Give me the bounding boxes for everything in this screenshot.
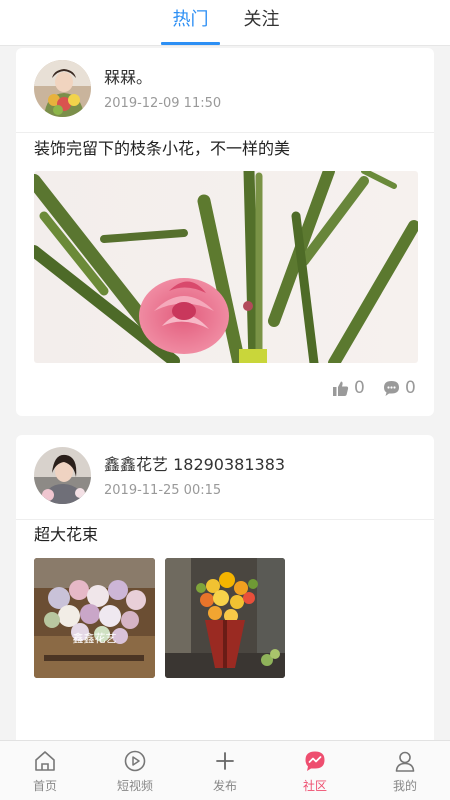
post-card[interactable]: 槑槑。 2019-12-09 11:50 装饰完留下的枝条小花，不一样的美 0 … [16,48,434,416]
nav-label: 短视频 [116,779,153,793]
top-tab-bar: 热门 关注 [0,0,450,46]
thumbs-up-icon [333,381,349,396]
nav-label: 社区 [302,779,327,793]
plus-icon [216,752,234,770]
photo-watermark: 鑫鑫花艺 [72,632,117,645]
post-text: 超大花束 [34,525,99,544]
nav-label: 我的 [392,779,417,793]
post-photo[interactable] [165,558,285,678]
post-photo[interactable] [34,171,418,363]
tab-hot[interactable]: 热门 [161,0,220,46]
nav-short-video[interactable]: 短视频 [90,741,180,800]
avatar[interactable] [34,447,91,504]
post-time: 2019-12-09 11:50 [104,96,222,111]
comment-stat[interactable]: 0 [383,378,416,398]
post-time: 2019-11-25 00:15 [104,483,222,498]
username[interactable]: 槑槑。 [104,64,152,88]
active-tab-indicator [161,42,220,45]
like-count: 0 [354,378,365,398]
nav-label: 首页 [32,779,57,793]
nav-home[interactable]: 首页 [0,741,90,800]
comment-count: 0 [405,378,416,398]
post-card[interactable]: 鑫鑫花艺 18290381383 2019-11-25 00:15 超大花束 鑫… [16,435,434,740]
user-icon [395,751,415,772]
username[interactable]: 鑫鑫花艺 18290381383 [104,451,285,475]
home-icon [35,751,55,771]
nav-label: 发布 [212,779,237,793]
tab-follow[interactable]: 关注 [232,0,291,46]
feed-list[interactable]: 槑槑。 2019-12-09 11:50 装饰完留下的枝条小花，不一样的美 0 … [0,46,450,740]
play-icon [124,750,146,772]
nav-community[interactable]: 社区 [270,741,360,800]
divider [16,519,434,520]
community-icon [305,751,325,771]
like-stat[interactable]: 0 [332,378,365,398]
comment-icon [384,380,399,396]
post-text: 装饰完留下的枝条小花，不一样的美 [34,139,291,158]
bottom-nav: 首页 短视频 发布 社区 我的 [0,740,450,800]
nav-mine[interactable]: 我的 [360,741,450,800]
divider [16,132,434,133]
nav-publish[interactable]: 发布 [180,741,270,800]
avatar[interactable] [34,60,91,117]
post-photo[interactable]: 鑫鑫花艺 [34,558,155,678]
